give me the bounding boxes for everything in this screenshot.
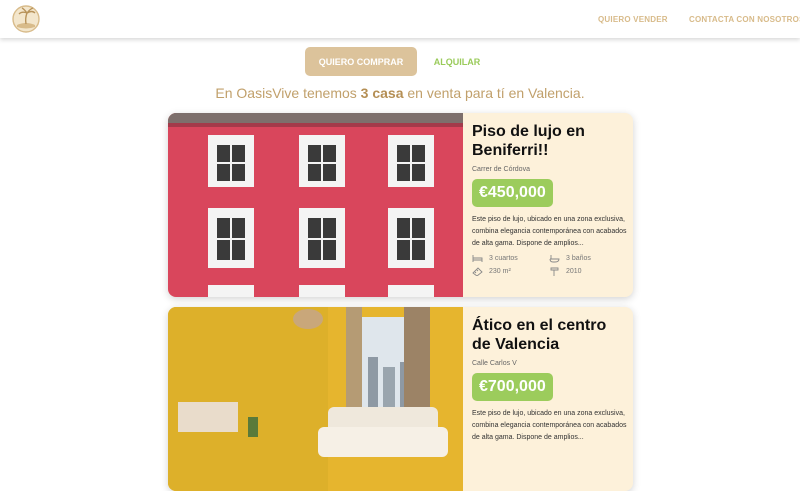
area-label: 230 m² [489, 268, 511, 275]
listing-photo[interactable] [168, 307, 463, 491]
listing-card[interactable]: Piso de lujo en Beniferri!! Carrer de Có… [168, 113, 633, 297]
summary-prefix: En OasisVive tenemos [215, 85, 361, 101]
listing-description: Este piso de lujo, ubicado en una zona e… [472, 410, 627, 441]
baths-label: 3 baños [566, 255, 591, 262]
hammer-icon [550, 267, 559, 276]
listing-info: Piso de lujo en Beniferri!! Carrer de Có… [472, 113, 628, 250]
bath-icon [549, 255, 560, 263]
top-nav: QUIERO VENDER CONTACTA CON NOSOTROS [0, 0, 800, 38]
feature-area: 230 m² [472, 267, 511, 276]
listing-photo[interactable] [168, 113, 463, 297]
oasis-palm-logo-icon[interactable] [12, 5, 40, 33]
listing-card[interactable]: Ático en el centro de Valencia Calle Car… [168, 307, 633, 491]
listing-title[interactable]: Ático en el centro de Valencia [472, 316, 628, 354]
results-summary: En OasisVive tenemos 3 casa en venta par… [0, 85, 800, 101]
feature-year: 2010 [549, 267, 582, 276]
listing-price: €450,000 [472, 179, 553, 207]
listing-info: Ático en el centro de Valencia Calle Car… [472, 307, 628, 444]
nav-sell-link[interactable]: QUIERO VENDER [598, 15, 668, 24]
summary-suffix: en venta para tí en Valencia. [403, 85, 585, 101]
nav-contact-link[interactable]: CONTACTA CON NOSOTROS [689, 15, 800, 24]
listing-address: Carrer de Córdova [472, 166, 530, 173]
year-label: 2010 [566, 268, 582, 275]
listing-price: €700,000 [472, 373, 553, 401]
feature-baths: 3 baños [549, 254, 591, 263]
tab-buy[interactable]: QUIERO COMPRAR [305, 47, 417, 76]
rooms-label: 3 cuartos [489, 255, 518, 262]
bed-icon [472, 255, 483, 262]
summary-count: 3 casa [360, 85, 404, 101]
ruler-icon [472, 267, 483, 276]
feature-rooms: 3 cuartos [472, 254, 518, 263]
tab-rent[interactable]: ALQUILAR [430, 47, 484, 76]
listing-title[interactable]: Piso de lujo en Beniferri!! [472, 122, 628, 160]
listing-description: Este piso de lujo, ubicado en una zona e… [472, 216, 627, 247]
listing-address: Calle Carlos V [472, 360, 517, 367]
